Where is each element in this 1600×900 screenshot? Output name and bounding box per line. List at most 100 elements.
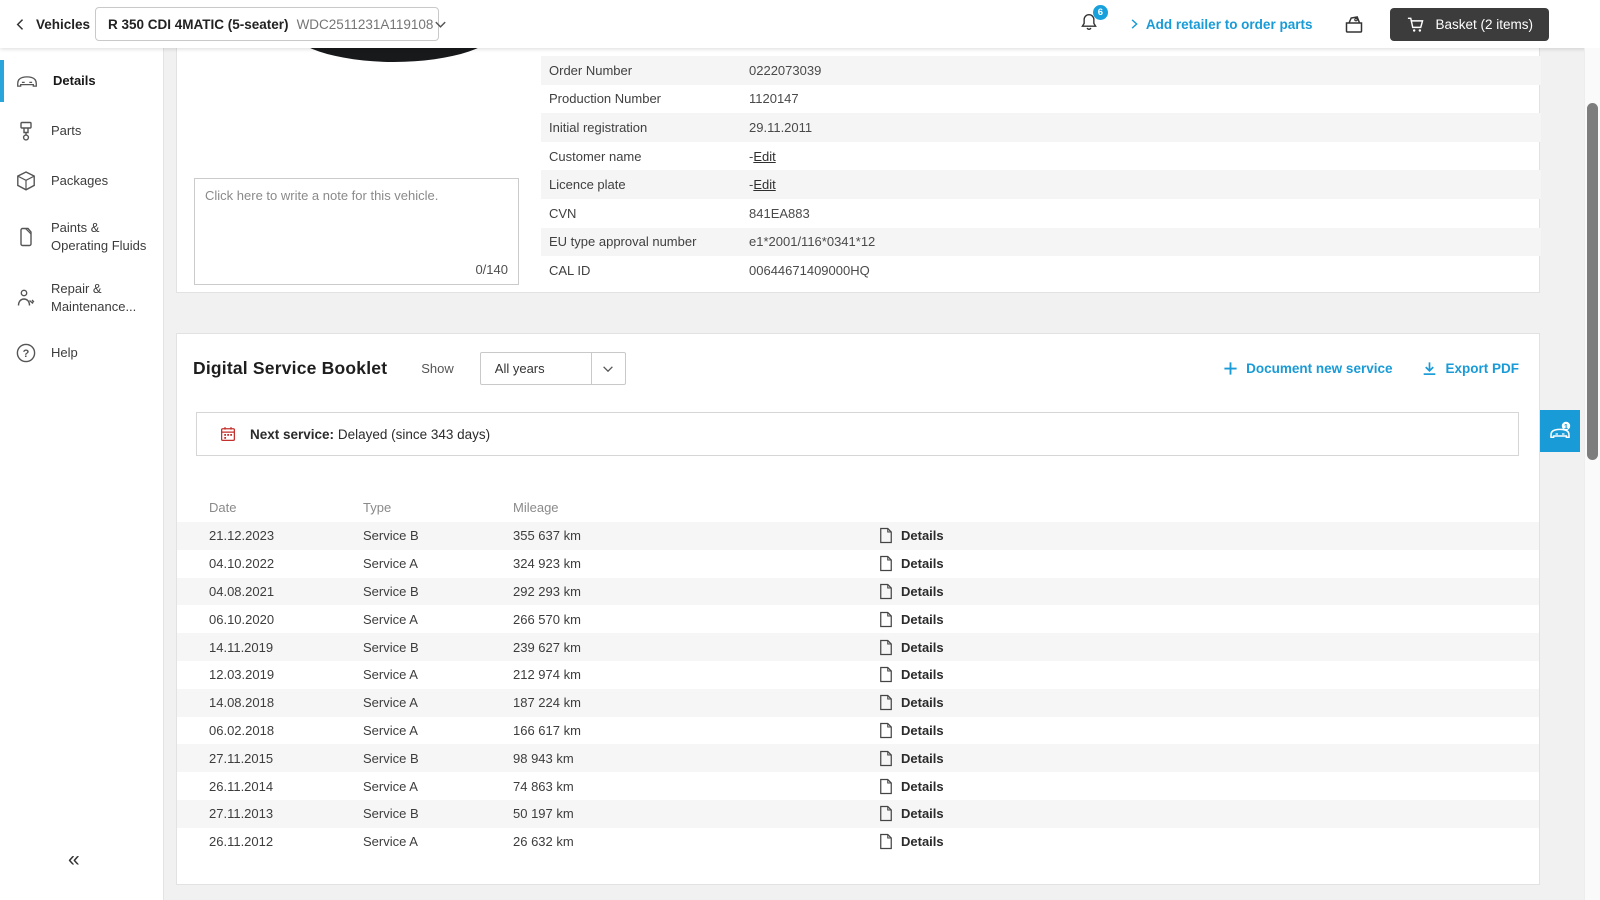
info-label: EU type approval number bbox=[549, 234, 697, 250]
details-label: Details bbox=[901, 639, 944, 655]
document-new-service-button[interactable]: Document new service bbox=[1223, 361, 1392, 376]
service-type: Service B bbox=[363, 750, 419, 766]
package-icon bbox=[17, 171, 35, 191]
service-row: 26.11.2014 Service A 74 863 km Details bbox=[177, 772, 1539, 800]
service-row: 06.10.2020 Service A 266 570 km Details bbox=[177, 605, 1539, 633]
sidebar-item-details[interactable]: Details bbox=[0, 56, 163, 106]
info-value: 1120147 bbox=[749, 91, 799, 107]
details-button[interactable]: Details bbox=[879, 722, 989, 739]
sidebar-item-label: Details bbox=[53, 73, 96, 89]
service-mileage: 266 570 km bbox=[513, 611, 581, 627]
edit-link[interactable]: Edit bbox=[753, 149, 775, 164]
document-icon bbox=[880, 695, 892, 711]
basket-button[interactable]: Basket (2 items) bbox=[1390, 7, 1549, 41]
sidebar-item-label: Packages bbox=[51, 173, 109, 189]
service-type: Service A bbox=[363, 611, 418, 627]
details-button[interactable]: Details bbox=[879, 778, 989, 795]
piston-icon bbox=[20, 121, 32, 141]
car-icon bbox=[17, 76, 37, 87]
alert-message: Delayed (since 343 days) bbox=[334, 426, 491, 442]
alert-prefix: Next service: bbox=[250, 426, 335, 442]
details-button[interactable]: Details bbox=[879, 527, 989, 544]
header-actions: 6 Add retailer to order parts Basket (2 … bbox=[1078, 0, 1549, 48]
details-label: Details bbox=[901, 556, 944, 572]
column-header-type: Type bbox=[363, 499, 392, 515]
vehicle-model: R 350 CDI 4MATIC (5-seater) bbox=[108, 16, 289, 32]
service-row: 14.11.2019 Service B 239 627 km Details bbox=[177, 633, 1539, 661]
column-header-mileage: Mileage bbox=[513, 499, 559, 515]
document-icon bbox=[880, 667, 892, 683]
details-button[interactable]: Details bbox=[879, 666, 989, 683]
service-type: Service A bbox=[363, 834, 418, 850]
service-type: Service B bbox=[363, 806, 419, 822]
details-label: Details bbox=[901, 667, 944, 683]
help-icon: ? bbox=[16, 343, 36, 363]
add-retailer-link[interactable]: Add retailer to order parts bbox=[1128, 17, 1312, 32]
info-row: Licence plate -Edit bbox=[541, 170, 1541, 199]
vehicle-selector[interactable]: R 350 CDI 4MATIC (5-seater) WDC2511231A1… bbox=[95, 7, 447, 41]
details-button[interactable]: Details bbox=[879, 833, 989, 850]
service-date: 27.11.2013 bbox=[209, 806, 274, 822]
info-label: Initial registration bbox=[549, 119, 648, 135]
sidebar-item-paints-fluids[interactable]: Paints & Operating Fluids bbox=[0, 206, 163, 267]
document-icon bbox=[880, 583, 892, 600]
details-label: Details bbox=[901, 722, 944, 738]
document-icon bbox=[880, 528, 892, 544]
workshop-toolbox-icon[interactable] bbox=[1342, 12, 1366, 36]
info-row: Production Number 1120147 bbox=[541, 85, 1541, 114]
info-row: Initial registration 29.11.2011 bbox=[541, 113, 1541, 142]
scrollbar-thumb[interactable] bbox=[1587, 103, 1598, 460]
main-content: 0/140 Order Number 0222073039 Production N… bbox=[164, 0, 1600, 900]
details-button[interactable]: Details bbox=[879, 555, 989, 572]
details-label: Details bbox=[901, 806, 944, 822]
sidebar-item-label: Repair & Maintenance... bbox=[51, 281, 137, 314]
chevron-down-icon bbox=[590, 353, 625, 384]
details-label: Details bbox=[901, 695, 944, 711]
calendar-alert-icon bbox=[220, 427, 236, 442]
service-date: 06.02.2018 bbox=[209, 722, 275, 738]
sidebar-item-repair-maintenance[interactable]: Repair & Maintenance... bbox=[0, 267, 163, 328]
notifications-button[interactable]: 6 bbox=[1078, 4, 1108, 38]
service-date: 06.10.2020 bbox=[209, 611, 275, 627]
export-pdf-button[interactable]: Export PDF bbox=[1422, 361, 1519, 376]
sidebar-item-help[interactable]: ? Help bbox=[0, 328, 163, 378]
basket-label: Basket (2 items) bbox=[1435, 16, 1533, 32]
info-value: e1*2001/116*0341*12 bbox=[749, 234, 876, 250]
details-button[interactable]: Details bbox=[879, 805, 989, 822]
vehicle-quick-access-button[interactable]: 1 bbox=[1540, 410, 1580, 452]
details-button[interactable]: Details bbox=[879, 694, 989, 711]
scrollbar-track[interactable] bbox=[1584, 48, 1600, 900]
service-mileage: 98 943 km bbox=[513, 750, 574, 766]
sidebar-item-packages[interactable]: Packages bbox=[0, 156, 163, 206]
car-badge-icon: 1 bbox=[1550, 421, 1571, 438]
edit-link[interactable]: Edit bbox=[753, 177, 775, 192]
info-value: 0222073039 bbox=[749, 62, 822, 78]
service-type: Service A bbox=[363, 667, 418, 683]
details-button[interactable]: Details bbox=[879, 583, 989, 600]
details-button[interactable]: Details bbox=[879, 750, 989, 767]
info-value: 00644671409000HQ bbox=[749, 262, 870, 278]
vehicle-info-table: Order Number 0222073039 Production Number 1… bbox=[541, 56, 1541, 285]
info-value: -Edit bbox=[749, 148, 776, 164]
details-label: Details bbox=[901, 750, 944, 766]
sidebar-collapse-button[interactable]: « bbox=[68, 848, 80, 872]
info-row: Order Number 0222073039 bbox=[541, 56, 1541, 85]
details-button[interactable]: Details bbox=[879, 639, 989, 656]
back-to-vehicles[interactable]: Vehicles bbox=[14, 0, 90, 48]
service-row: 04.08.2021 Service B 292 293 km Details bbox=[177, 577, 1539, 606]
service-mileage: 166 617 km bbox=[513, 722, 581, 738]
service-mileage: 187 224 km bbox=[513, 695, 581, 711]
document-icon bbox=[880, 639, 892, 655]
sidebar-item-label: Paints & Operating Fluids bbox=[51, 220, 147, 253]
document-icon bbox=[880, 834, 892, 850]
details-button[interactable]: Details bbox=[879, 611, 989, 628]
years-filter-value: All years bbox=[494, 361, 545, 376]
next-service-alert-text: Next service: Delayed (since 343 days) bbox=[250, 427, 490, 442]
service-mileage: 239 627 km bbox=[513, 639, 581, 655]
service-mileage: 212 974 km bbox=[513, 667, 581, 683]
sidebar-item-parts[interactable]: Parts bbox=[0, 106, 163, 156]
info-row: CAL ID 00644671409000HQ bbox=[541, 256, 1541, 285]
service-type: Service A bbox=[363, 722, 418, 738]
vehicle-note-input[interactable] bbox=[195, 179, 518, 257]
years-filter-dropdown[interactable]: All years bbox=[479, 352, 626, 385]
